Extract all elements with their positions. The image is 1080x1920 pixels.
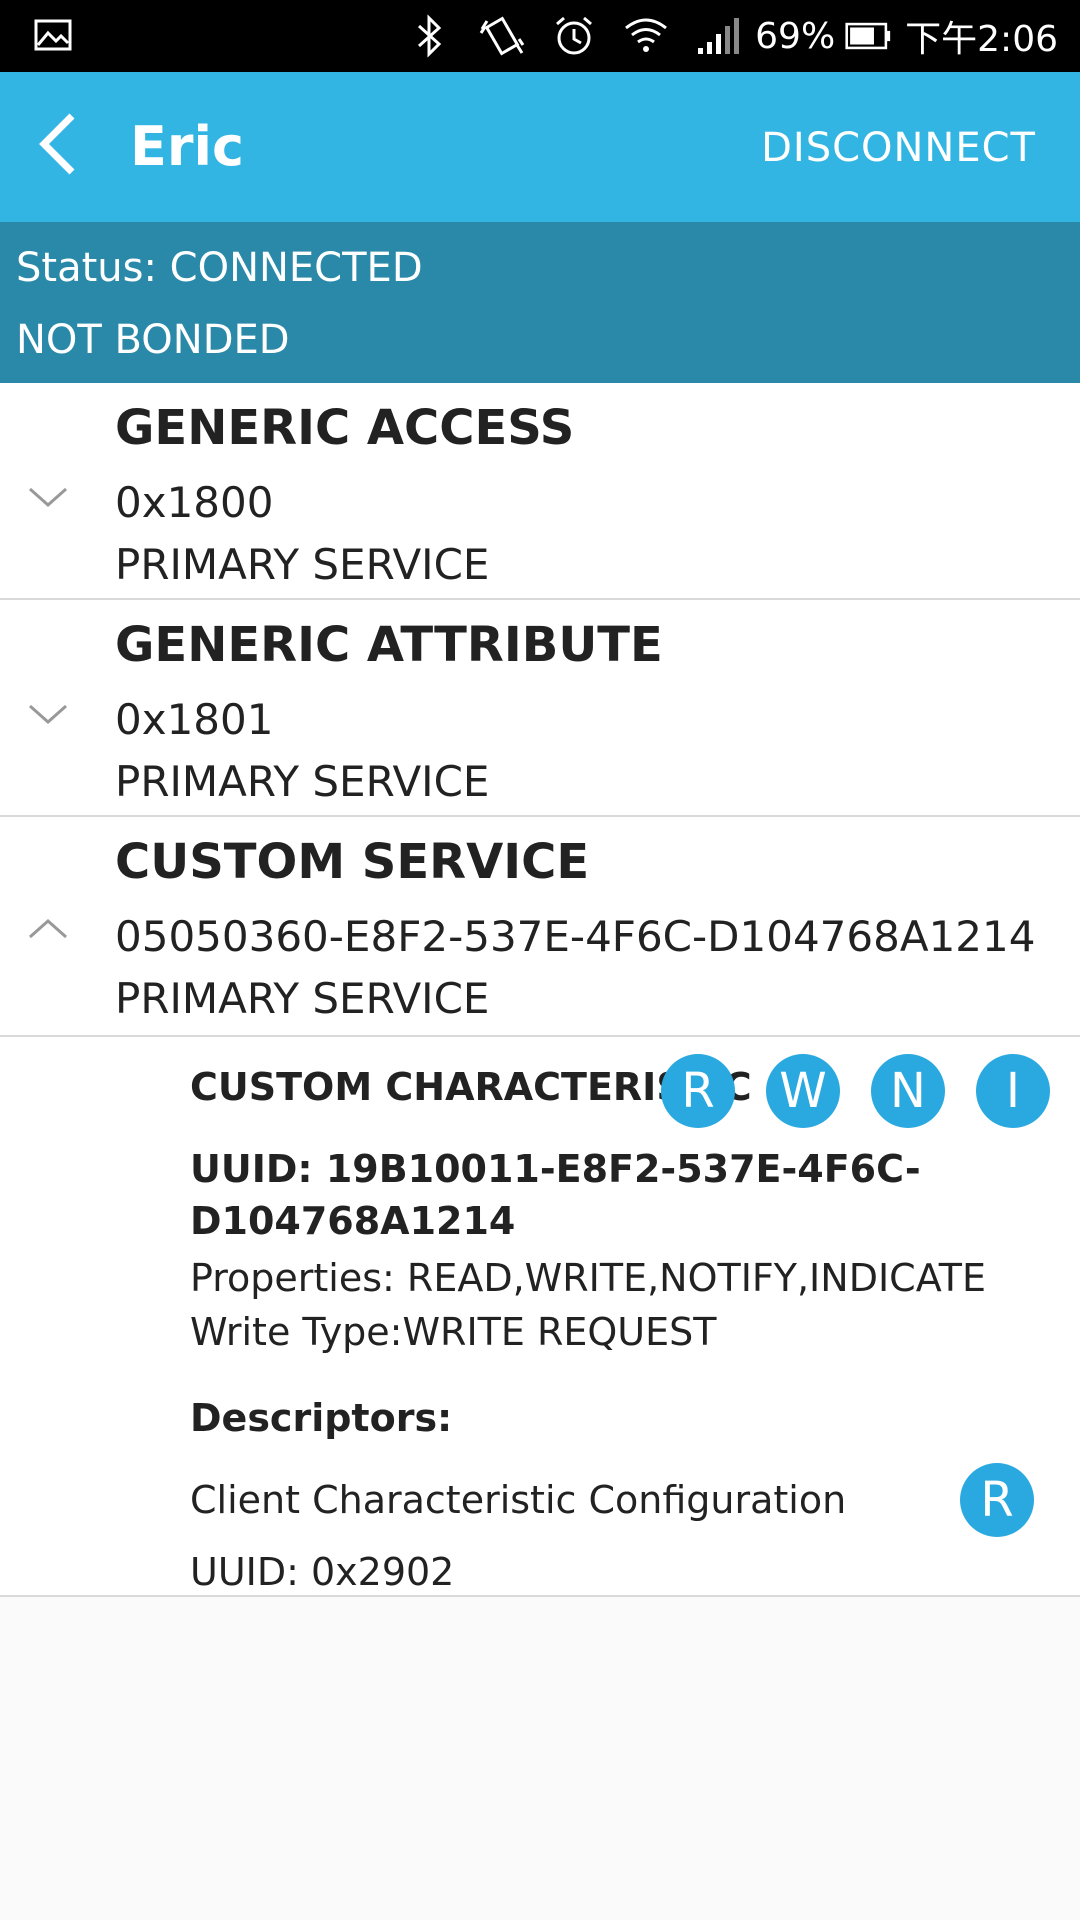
- service-uuid: 05050360-E8F2-537E-4F6C-D104768A1214: [115, 912, 1036, 961]
- clock: 下午2:06: [905, 19, 1058, 60]
- service-generic-access[interactable]: GENERIC ACCESS 0x1800 PRIMARY SERVICE: [0, 383, 1080, 600]
- service-generic-attribute[interactable]: GENERIC ATTRIBUTE 0x1801 PRIMARY SERVICE: [0, 600, 1080, 817]
- read-button[interactable]: R: [661, 1054, 735, 1128]
- descriptor-name: Client Characteristic Configuration: [190, 1478, 847, 1522]
- bluetooth-icon: [407, 13, 453, 59]
- descriptors-heading: Descriptors:: [190, 1396, 453, 1440]
- disconnect-button[interactable]: DISCONNECT: [761, 118, 1036, 178]
- back-arrow-icon: [38, 112, 78, 180]
- service-type: PRIMARY SERVICE: [115, 540, 490, 589]
- chevron-up-icon: [26, 913, 70, 943]
- device-title: Eric: [130, 115, 245, 178]
- battery-icon: [845, 13, 891, 59]
- alarm-icon: [551, 13, 597, 59]
- battery-percent: 69%: [755, 15, 836, 57]
- descriptor-uuid: UUID: 0x2902: [190, 1550, 455, 1594]
- wifi-icon: [623, 13, 669, 59]
- vibrate-icon: [479, 13, 525, 59]
- characteristic-properties: Properties: READ,WRITE,NOTIFY,INDICATE: [190, 1256, 986, 1300]
- chevron-down-icon: [26, 483, 70, 513]
- connection-status-panel: Status: CONNECTED NOT BONDED: [0, 222, 1080, 383]
- chevron-down-icon: [26, 700, 70, 730]
- indicate-button[interactable]: I: [976, 1054, 1050, 1128]
- connection-status: Status: CONNECTED: [16, 245, 423, 291]
- status-bar: 69% 下午2:06: [0, 0, 1080, 72]
- characteristic-uuid: UUID: 19B10011-E8F2-537E-4F6C-D104768A12…: [190, 1147, 921, 1243]
- descriptor-read-button[interactable]: R: [960, 1463, 1034, 1537]
- service-name: GENERIC ATTRIBUTE: [115, 617, 663, 673]
- service-name: CUSTOM SERVICE: [115, 834, 590, 890]
- service-uuid: 0x1800: [115, 478, 274, 527]
- signal-icon: [695, 13, 741, 59]
- characteristic-panel: CUSTOM CHARACTERISTIC R W N I UUID: 19B1…: [0, 1037, 1080, 1597]
- characteristic-write-type: Write Type:WRITE REQUEST: [190, 1310, 717, 1354]
- back-button[interactable]: [22, 110, 94, 182]
- service-uuid: 0x1801: [115, 695, 274, 744]
- bond-status: NOT BONDED: [16, 317, 290, 363]
- notify-button[interactable]: N: [871, 1054, 945, 1128]
- gallery-icon: [34, 19, 72, 51]
- service-name: GENERIC ACCESS: [115, 400, 575, 456]
- write-button[interactable]: W: [766, 1054, 840, 1128]
- service-custom[interactable]: CUSTOM SERVICE 05050360-E8F2-537E-4F6C-D…: [0, 817, 1080, 1037]
- app-bar: Eric DISCONNECT: [0, 72, 1080, 222]
- service-type: PRIMARY SERVICE: [115, 974, 490, 1023]
- service-type: PRIMARY SERVICE: [115, 757, 490, 806]
